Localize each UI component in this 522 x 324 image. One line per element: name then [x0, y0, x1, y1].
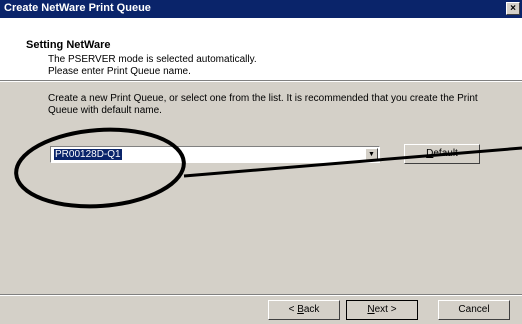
close-button[interactable]: ×: [506, 2, 520, 15]
back-button[interactable]: < Back: [268, 300, 340, 320]
print-queue-combobox[interactable]: PR00128D-Q1 ▼: [50, 146, 380, 163]
cancel-button[interactable]: Cancel: [438, 300, 510, 320]
highlight-ellipse: [14, 127, 186, 209]
print-queue-value[interactable]: PR00128D-Q1: [54, 149, 122, 160]
header-separator: [0, 80, 522, 82]
header-description-line2: Please enter Print Queue name.: [48, 66, 191, 77]
header-description-line1: The PSERVER mode is selected automatical…: [48, 54, 257, 65]
title-bar: Create NetWare Print Queue ×: [0, 0, 522, 18]
next-button[interactable]: Next >: [346, 300, 418, 320]
dropdown-arrow-icon[interactable]: ▼: [365, 148, 378, 161]
instruction-text: Create a new Print Queue, or select one …: [48, 93, 478, 116]
header-title: Setting NetWare: [26, 39, 111, 51]
close-icon: ×: [510, 3, 516, 14]
default-button[interactable]: Default: [404, 144, 480, 164]
footer-separator: [0, 294, 522, 296]
wizard-header: Setting NetWare The PSERVER mode is sele…: [0, 18, 522, 80]
window-title: Create NetWare Print Queue: [4, 2, 151, 14]
dialog-window: Create NetWare Print Queue × Setting Net…: [0, 0, 522, 324]
